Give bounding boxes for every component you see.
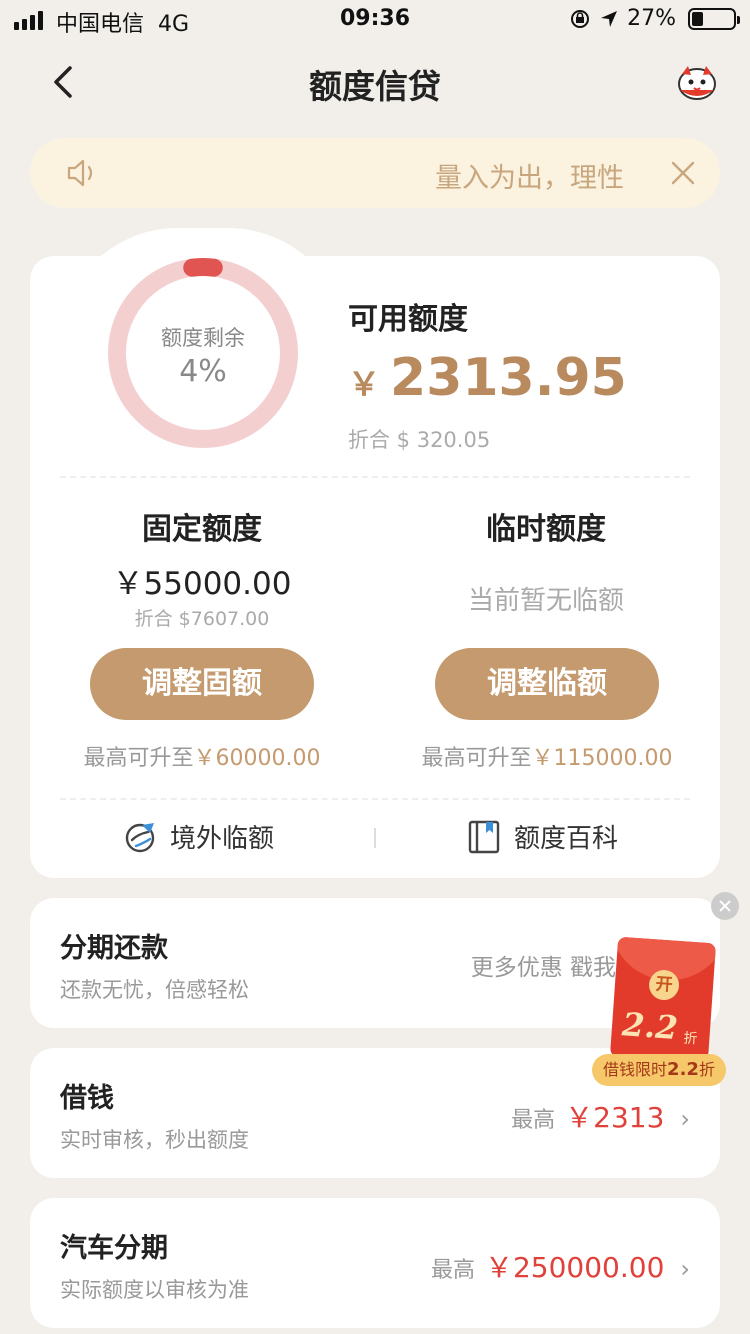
available-value: 2313.95	[390, 348, 627, 408]
promo-close-icon[interactable]	[711, 892, 739, 920]
location-arrow-icon	[601, 10, 618, 27]
temp-max-value: ￥115000.00	[531, 746, 673, 771]
car-subtitle: 实际额度以审核为准	[60, 1278, 249, 1302]
divider	[60, 476, 690, 478]
fixed-max-value: ￥60000.00	[193, 746, 321, 771]
promo-pill[interactable]: 借钱限时2.2折	[592, 1054, 726, 1086]
promo-pill-prefix: 借钱限时	[603, 1060, 668, 1079]
packet-discount: 2.2	[620, 1005, 680, 1048]
close-icon[interactable]	[670, 160, 696, 186]
installment-title: 分期还款	[60, 933, 168, 964]
car-installment-card[interactable]: 汽车分期 实际额度以审核为准 最高 ￥250000.00 ›	[30, 1198, 720, 1328]
adjust-temp-button[interactable]: 调整临额	[435, 648, 659, 720]
speaker-icon	[67, 159, 93, 187]
book-icon	[468, 820, 500, 853]
fixed-max-line: 最高可升至￥60000.00	[32, 740, 372, 772]
car-max: 最高 ￥250000.00 ›	[431, 1246, 690, 1286]
credit-encyclopedia-link[interactable]: 额度百科	[466, 818, 618, 855]
loan-title: 借钱	[60, 1083, 114, 1114]
page-title: 额度信贷	[309, 67, 441, 106]
mascot-icon[interactable]	[674, 62, 720, 102]
temp-max-line: 最高可升至￥115000.00	[377, 740, 717, 772]
red-packet-promo[interactable]: 开 2.2 折	[609, 936, 717, 1064]
car-title: 汽车分期	[60, 1233, 168, 1264]
globe-plane-icon	[125, 822, 155, 852]
link-separator	[374, 828, 376, 848]
nav-bar: 额度信贷	[0, 44, 750, 120]
currency-symbol: ￥	[348, 365, 381, 403]
ring-label: 额度剩余	[161, 326, 245, 350]
divider	[60, 798, 690, 800]
packet-discount-suffix: 折	[682, 1030, 698, 1048]
available-usd: 折合 $ 320.05	[348, 428, 491, 452]
available-label: 可用额度	[348, 302, 468, 337]
car-max-value: ￥250000.00	[484, 1251, 665, 1284]
status-right: 27%	[569, 6, 740, 31]
loan-max-value: ￥2313	[565, 1101, 665, 1134]
fixed-amount: ￥55000.00	[112, 566, 292, 602]
fixed-max-prefix: 最高可升至	[83, 746, 194, 771]
adjust-fixed-button[interactable]: 调整固额	[90, 648, 314, 720]
credit-encyclopedia-label: 额度百科	[514, 824, 619, 854]
status-bar: 中国电信 4G 09:36 27%	[0, 0, 750, 40]
rotation-lock-icon	[571, 9, 590, 28]
battery-icon	[688, 7, 740, 30]
installment-promo-text[interactable]: 更多优惠 戳我	[471, 948, 616, 982]
temp-none-text: 当前暂无临额	[467, 586, 624, 616]
car-max-label: 最高	[430, 1258, 475, 1283]
fixed-usd: 折合 $7607.00	[134, 608, 270, 630]
fixed-title: 固定额度	[142, 512, 262, 547]
promo-pill-value: 2.2	[667, 1059, 699, 1080]
overseas-temp-link[interactable]: 境外临额	[122, 818, 274, 855]
battery-percent: 27%	[627, 6, 676, 31]
overseas-temp-label: 境外临额	[170, 824, 275, 854]
chevron-right-icon: ›	[680, 1255, 690, 1283]
available-amount: ￥ 2313.95	[348, 348, 627, 408]
promo-pill-suffix: 折	[698, 1060, 715, 1079]
ring-percent: 4%	[179, 354, 227, 389]
credit-remaining-ring	[108, 258, 298, 448]
loan-max-label: 最高	[511, 1108, 556, 1133]
chevron-right-icon: ›	[680, 1105, 690, 1133]
temp-title: 临时额度	[486, 512, 606, 547]
installment-subtitle: 还款无忧，倍感轻松	[60, 978, 249, 1002]
loan-subtitle: 实时审核，秒出额度	[60, 1128, 249, 1152]
temp-max-prefix: 最高可升至	[421, 746, 532, 771]
notice-bar[interactable]: 量入为出，理性	[30, 138, 720, 208]
notice-text: 量入为出，理性	[435, 163, 624, 194]
loan-max: 最高 ￥2313 ›	[511, 1096, 690, 1136]
